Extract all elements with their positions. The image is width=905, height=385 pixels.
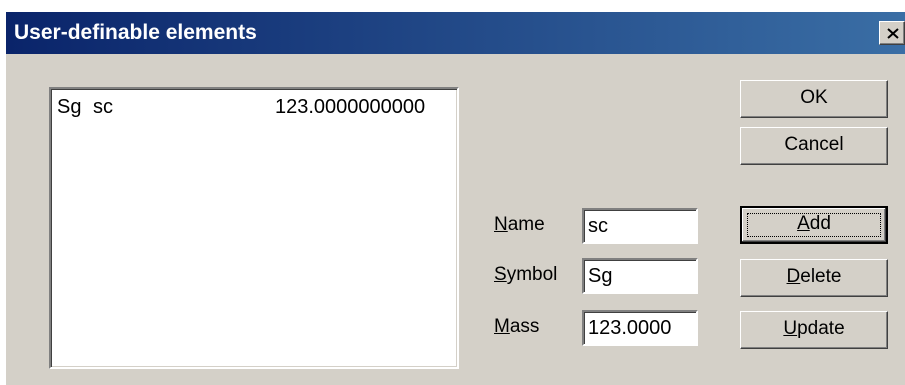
name-label: Name — [494, 213, 545, 237]
delete-button-accel: D — [786, 266, 801, 287]
mass-label-accel: M — [494, 316, 510, 337]
ok-button[interactable]: OK — [740, 80, 888, 118]
symbol-field[interactable]: Sg — [582, 258, 698, 294]
update-button[interactable]: Update — [740, 311, 888, 349]
symbol-label-rest: ymbol — [506, 264, 558, 285]
delete-button[interactable]: Delete — [740, 259, 888, 297]
name-label-accel: N — [494, 214, 508, 235]
elements-list[interactable]: Sg sc 123.0000000000 — [49, 87, 459, 369]
delete-button-label: Delete — [787, 266, 842, 287]
cancel-button-label: Cancel — [784, 134, 844, 155]
list-item-name: sc — [93, 96, 113, 118]
update-button-rest: pdate — [797, 318, 845, 339]
add-button-label: Add — [797, 213, 831, 234]
list-item-symbol: Sg — [57, 96, 82, 118]
name-label-rest: ame — [507, 214, 545, 235]
mass-label: Mass — [494, 315, 539, 339]
symbol-label: Symbol — [494, 263, 557, 287]
mass-label-rest: ass — [509, 316, 540, 337]
add-button[interactable]: Add — [740, 206, 888, 244]
add-button-rest: dd — [809, 213, 831, 234]
update-button-label: Update — [783, 318, 844, 339]
ok-button-label: OK — [800, 87, 828, 108]
cancel-button[interactable]: Cancel — [740, 127, 888, 165]
update-button-accel: U — [783, 318, 798, 339]
symbol-label-accel: S — [494, 264, 507, 285]
list-item-mass: 123.0000000000 — [275, 96, 426, 118]
list-item[interactable]: Sg sc 123.0000000000 — [57, 93, 447, 121]
title-bar[interactable]: User-definable elements — [6, 12, 905, 54]
close-icon — [887, 28, 899, 39]
name-field[interactable]: sc — [582, 208, 698, 244]
window-title: User-definable elements — [14, 21, 257, 44]
close-button[interactable] — [879, 21, 905, 45]
add-button-accel: A — [797, 213, 810, 234]
delete-button-rest: elete — [800, 266, 842, 287]
dialog-window: User-definable elements Sg sc 123.000000… — [6, 12, 905, 385]
mass-field[interactable]: 123.0000 — [582, 310, 698, 346]
